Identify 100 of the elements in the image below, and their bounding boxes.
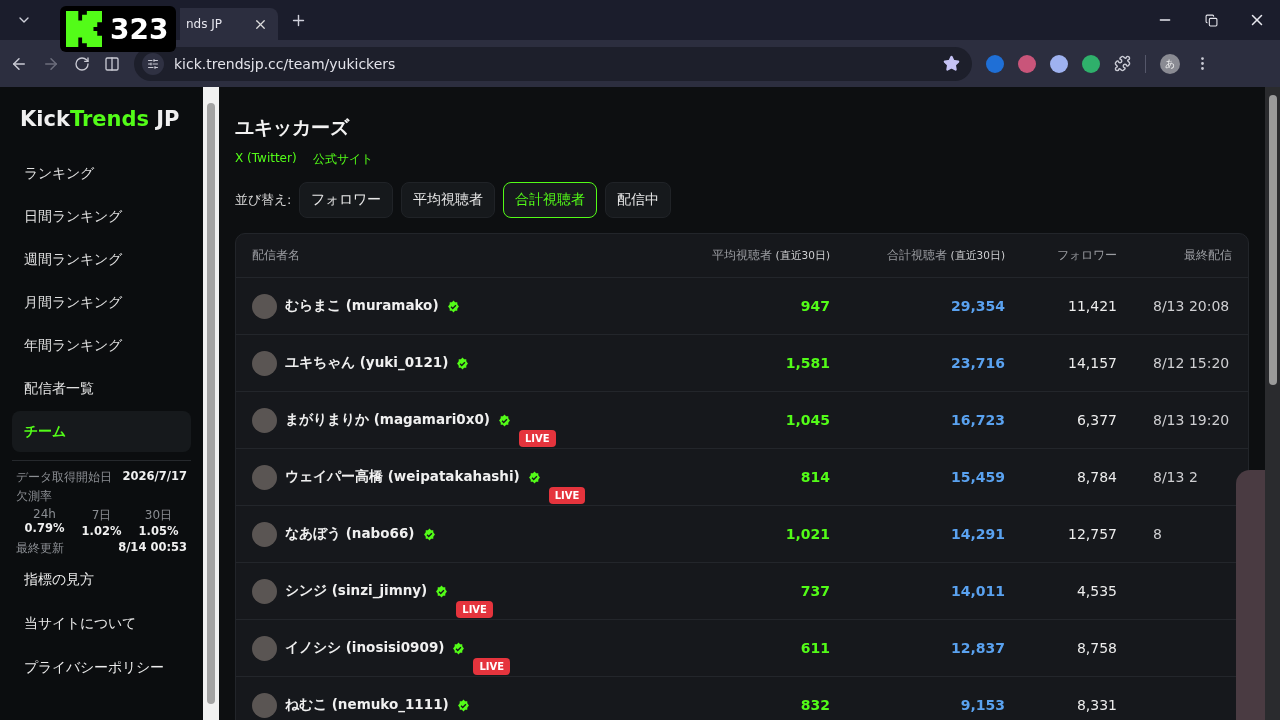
stat-value: 8/14 00:53 (118, 540, 187, 556)
avatar (252, 464, 277, 490)
external-link[interactable]: 公式サイト (312, 151, 373, 168)
external-link[interactable]: X (Twitter) (235, 151, 297, 168)
table-cell-text: 14,291 (949, 526, 1005, 542)
nav-item[interactable]: 月間ランキング (12, 282, 191, 323)
sort-button[interactable]: 平均視聴者 (401, 182, 496, 218)
avatar (252, 692, 277, 718)
table-cell-text: 8/13 19:20 (1152, 412, 1231, 428)
table-cell-text: 8,758 (1075, 640, 1117, 656)
extension-icon[interactable] (1050, 54, 1068, 73)
scrollbar[interactable] (203, 87, 219, 720)
streamer-name[interactable]: ねむこ (nemuko_1111) (285, 696, 449, 714)
stat-value: 2026/7/17 (122, 469, 187, 485)
table-cell-text: 11,421 (1067, 298, 1117, 314)
table-cell-text: 9,153 (959, 697, 1005, 713)
nav-link[interactable]: 当サイトについて (12, 601, 191, 645)
site-logo[interactable]: KickTrends JP (12, 107, 191, 131)
stat-value: 0.79% (24, 521, 65, 535)
live-badge: LIVE (456, 600, 493, 618)
table-cell-text: 14,011 (949, 583, 1005, 599)
table-cell-text: 8,784 (1075, 469, 1117, 485)
stat-label: 30日 (144, 507, 173, 524)
scrollbar-thumb[interactable] (1268, 95, 1277, 385)
extension-icon[interactable] (986, 54, 1004, 73)
streamer-name[interactable]: イノシシ (inosisi0909) (285, 639, 445, 657)
restore-icon[interactable] (1204, 13, 1218, 27)
column-header: 平均視聴者 (直近30日) (710, 248, 830, 263)
table-cell-text: 14,157 (1067, 355, 1117, 371)
table-cell-text: 23,716 (949, 355, 1005, 371)
stat-label: 欠測率 (16, 488, 52, 505)
avatar (252, 407, 277, 433)
nav-item[interactable]: ランキング (12, 153, 191, 194)
nav-item[interactable]: 日間ランキング (12, 196, 191, 237)
streamer-name[interactable]: なあぼう (nabo66) (285, 525, 415, 543)
table-cell-text: 16,723 (949, 412, 1005, 428)
sort-button[interactable]: 配信中 (605, 182, 672, 218)
table-cell-text: 8/13 20:08 (1152, 298, 1231, 314)
table-cell-text: 8,331 (1075, 697, 1117, 713)
sort-label: 並び替え: (235, 191, 292, 209)
live-badge: LIVE (473, 657, 511, 675)
column-header: 最終配信 (1183, 248, 1232, 263)
split-view-icon[interactable] (104, 55, 120, 72)
nav-item[interactable]: 年間ランキング (12, 325, 191, 366)
nav-item[interactable]: 週間ランキング (12, 239, 191, 280)
table-cell-text: 8/12 15:20 (1152, 355, 1231, 371)
table-cell-text: 12,757 (1067, 526, 1117, 542)
table-cell-text: 12,837 (949, 640, 1005, 656)
sort-button[interactable]: フォロワー (299, 182, 394, 218)
browser-tab[interactable]: nds JP (180, 8, 278, 40)
column-header: フォロワー (1056, 248, 1117, 263)
avatar (252, 521, 277, 547)
table-cell-text: 15,459 (949, 469, 1005, 485)
nav-item[interactable]: チーム (12, 411, 191, 452)
avatar (252, 293, 277, 319)
table-cell-text: 1,581 (784, 355, 830, 371)
nav-link[interactable]: プライバシーポリシー (12, 645, 191, 689)
streamer-name[interactable]: ウェイパー高橋 (weipatakahashi) (285, 468, 520, 486)
table-cell-text: 29,354 (949, 298, 1005, 314)
site-settings-icon[interactable] (142, 52, 164, 75)
reload-icon[interactable] (74, 55, 90, 72)
table-cell-text: 947 (799, 298, 830, 314)
table-cell-text: 814 (799, 469, 830, 485)
table-cell-text: 1,021 (784, 526, 830, 542)
live-badge: LIVE (548, 486, 586, 504)
nav-link[interactable]: 指標の見方 (12, 557, 191, 601)
stat-label: 7日 (91, 507, 112, 524)
extension-icon[interactable] (1082, 54, 1100, 73)
streamer-name[interactable]: まがりまりか (magamari0x0) (285, 411, 490, 429)
viewer-count-badge: 323 (60, 6, 177, 52)
column-header: 配信者名 (252, 248, 301, 263)
table-cell-text: 6,377 (1075, 412, 1117, 428)
sort-button[interactable]: 合計視聴者 (503, 182, 598, 218)
streamer-name[interactable]: シンジ (sinzi_jimny) (285, 582, 428, 600)
address-bar[interactable]: kick.trendsjp.cc/team/yukickers (134, 46, 972, 81)
stat-label: 最終更新 (16, 540, 64, 557)
stat-value: 1.02% (81, 524, 122, 538)
avatar (252, 635, 277, 661)
table-cell-text: 737 (799, 583, 830, 599)
table-cell-text: 4,535 (1075, 583, 1117, 599)
table-cell-text: 611 (799, 640, 830, 656)
table-cell-text: 1,045 (784, 412, 830, 428)
avatar (252, 350, 277, 376)
streamer-name[interactable]: ユキちゃん (yuki_0121) (285, 354, 449, 372)
streamer-name[interactable]: むらまこ (muramako) (285, 297, 439, 315)
page-title: ユキッカーズ (235, 115, 351, 140)
extensions-icon[interactable] (1114, 55, 1131, 72)
extension-icon[interactable] (1018, 54, 1036, 73)
logo-icon (66, 11, 102, 47)
table-cell-text: 8 (1152, 526, 1163, 542)
bookmark-star-icon[interactable] (943, 55, 960, 72)
stat-label: 24h (33, 507, 56, 521)
table-cell-text: 832 (799, 697, 830, 713)
stat-label: データ取得開始日 (16, 469, 112, 486)
stat-value: 1.05% (138, 524, 179, 538)
nav-item[interactable]: 配信者一覧 (12, 368, 191, 409)
live-badge: LIVE (518, 429, 556, 447)
avatar (252, 578, 277, 604)
table-cell-text: 8/13 2 (1152, 469, 1199, 485)
column-header: 合計視聴者 (直近30日) (885, 248, 1005, 263)
